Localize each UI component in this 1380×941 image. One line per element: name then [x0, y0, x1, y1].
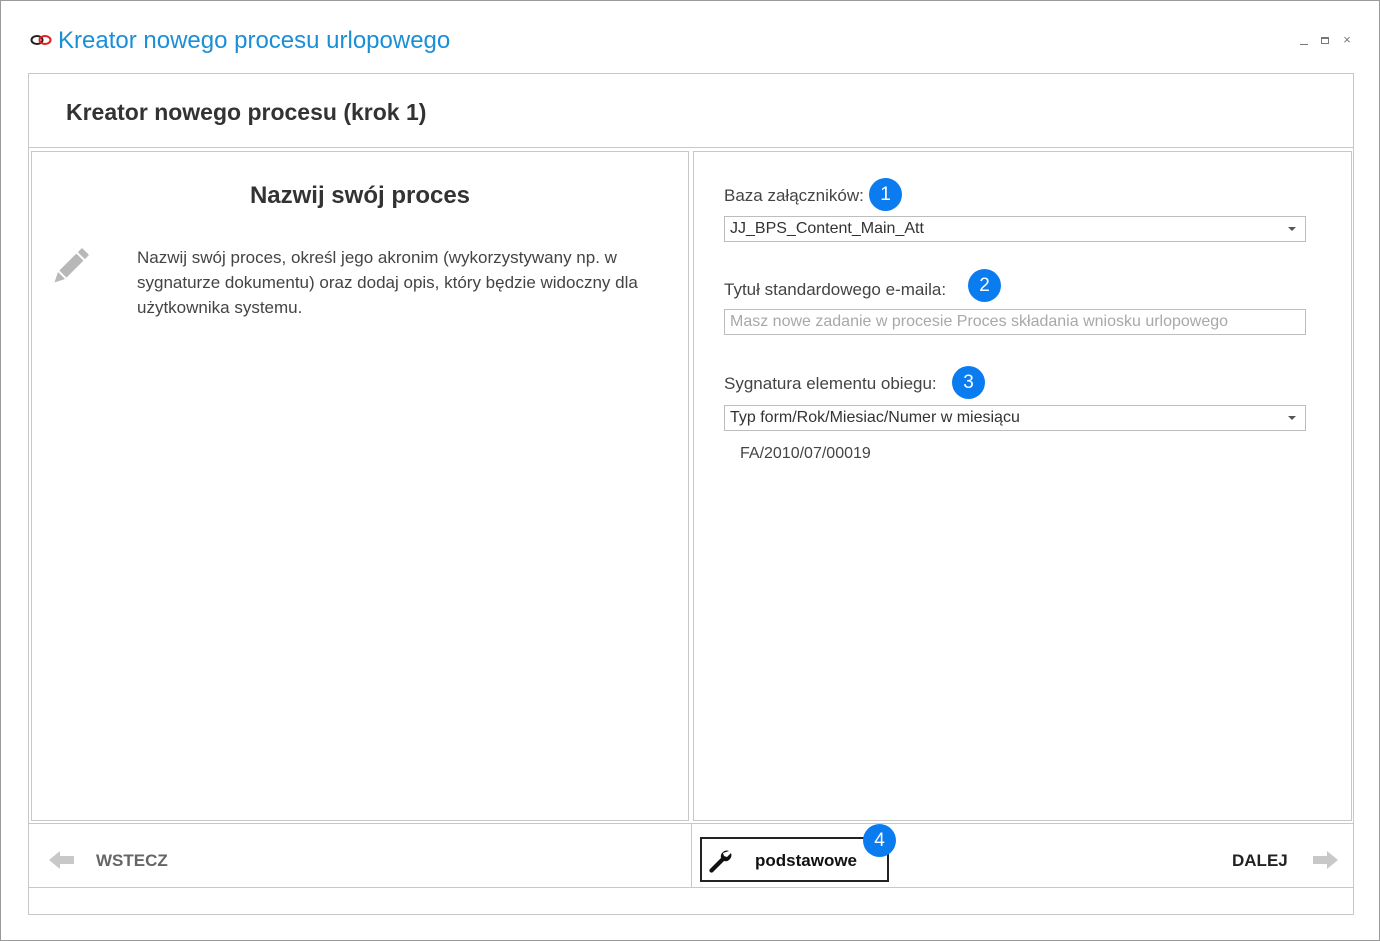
- email-title-input[interactable]: [724, 309, 1306, 335]
- info-panel: Nazwij swój proces Nazwij swój proces, o…: [31, 151, 689, 821]
- badge-4: 4: [863, 824, 896, 857]
- chevron-down-icon: [1288, 227, 1296, 231]
- signature-preview: FA/2010/07/00019: [740, 445, 871, 462]
- wizard-frame: Kreator nowego procesu (krok 1) Nazwij s…: [28, 73, 1354, 915]
- step-title: Kreator nowego procesu (krok 1): [66, 99, 427, 125]
- panel-title: Nazwij swój proces: [249, 182, 471, 209]
- status-bar: [29, 889, 1353, 914]
- attachments-db-select[interactable]: JJ_BPS_Content_Main_Att: [724, 216, 1306, 242]
- chain-link-icon: [30, 35, 52, 45]
- attachments-db-value: JJ_BPS_Content_Main_Att: [730, 220, 924, 237]
- close-button[interactable]: ×: [1340, 31, 1354, 49]
- signature-select[interactable]: Typ form/Rok/Miesiac/Numer w miesiącu: [724, 405, 1306, 431]
- settings-panel: Baza załączników: 1 JJ_BPS_Content_Main_…: [693, 151, 1352, 821]
- badge-1: 1: [869, 178, 902, 211]
- badge-2: 2: [968, 269, 1001, 302]
- maximize-icon: [1321, 37, 1329, 45]
- footer-divider: [691, 824, 692, 887]
- chevron-down-icon: [1288, 416, 1296, 420]
- maximize-button[interactable]: [1318, 31, 1332, 49]
- attachments-db-label: Baza załączników:: [724, 186, 864, 205]
- signature-label: Sygnatura elementu obiegu:: [724, 374, 937, 393]
- wrench-icon: [709, 850, 732, 873]
- wizard-window: Kreator nowego procesu urlopowego × Krea…: [0, 0, 1380, 941]
- minimize-icon: [1300, 44, 1308, 46]
- step-header: Kreator nowego procesu (krok 1): [29, 74, 1353, 148]
- next-label: DALEJ: [1232, 851, 1288, 870]
- pencil-icon: [54, 248, 89, 283]
- badge-3: 3: [952, 366, 985, 399]
- mode-label: podstawowe: [755, 851, 858, 870]
- mode-button[interactable]: podstawowe: [700, 837, 889, 882]
- wizard-footer: WSTECZ podstawowe 4 DALEJ: [29, 823, 1353, 888]
- arrow-left-icon: [49, 851, 74, 869]
- next-button[interactable]: DALEJ: [1232, 848, 1338, 872]
- arrow-right-icon: [1313, 851, 1338, 869]
- signature-value: Typ form/Rok/Miesiac/Numer w miesiącu: [730, 409, 1020, 426]
- title-bar: Kreator nowego procesu urlopowego ×: [1, 1, 1379, 73]
- back-label: WSTECZ: [96, 851, 168, 870]
- email-title-label: Tytuł standardowego e-maila:: [724, 280, 947, 299]
- panel-description: Nazwij swój proces, określ jego akronim …: [137, 248, 638, 317]
- window-title: Kreator nowego procesu urlopowego: [58, 27, 451, 54]
- minimize-button[interactable]: [1297, 31, 1311, 49]
